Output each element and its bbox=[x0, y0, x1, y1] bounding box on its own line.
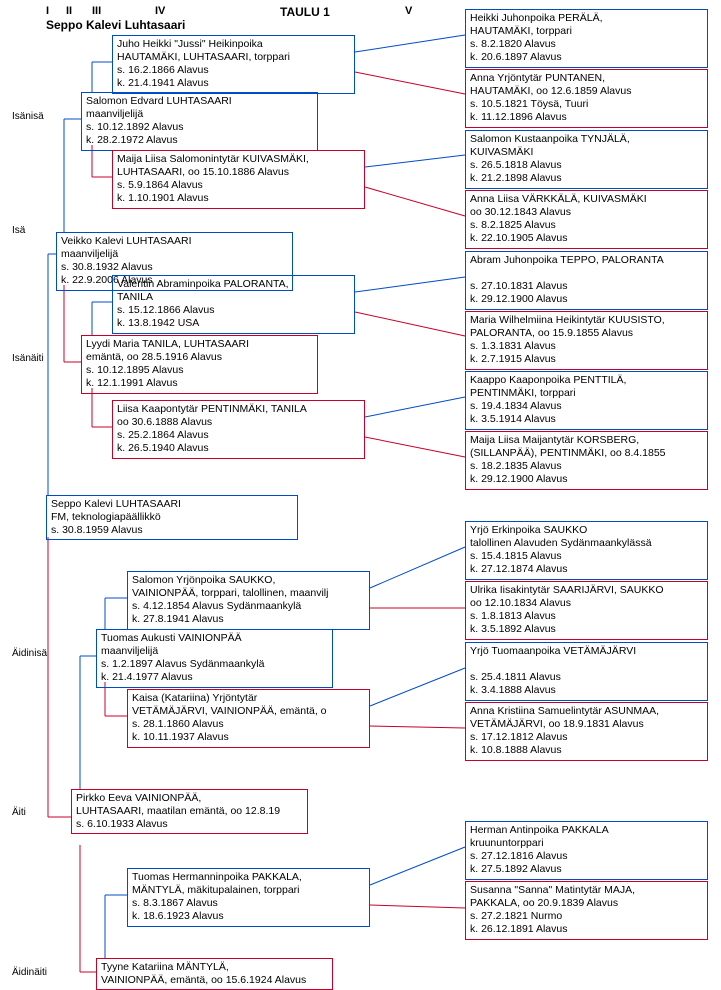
person-v6: Maria Wilhelmiina Heikintytär KUUSISTO,P… bbox=[465, 311, 708, 370]
person-ia: Lyydi Maria TANILA, LUHTASAARIemäntä, oo… bbox=[81, 335, 318, 394]
person-v14: Susanna "Sanna" Matintytär MAJA,PAKKALA,… bbox=[465, 881, 708, 940]
person-v1: Heikki Juhonpoika PERÄLÄ,HAUTAMÄKI, torp… bbox=[465, 9, 708, 68]
gen-label-5: V bbox=[405, 5, 412, 17]
person-aiti: Pirkko Eeva VAINIONPÄÄ,LUHTASAARI, maati… bbox=[71, 789, 308, 834]
person-ai: Tuomas Aukusti VAINIONPÄÄmaanviljelijäs.… bbox=[96, 629, 333, 688]
person-v5: Abram Juhonpoika TEPPO, PALORANTAs. 27.1… bbox=[465, 251, 708, 310]
taulu-label: TAULU 1 bbox=[280, 5, 330, 19]
gen-label-3: III bbox=[92, 5, 101, 17]
person-v11: Yrjö Tuomaanpoika VETÄMÄJÄRVIs. 25.4.181… bbox=[465, 642, 708, 701]
gen-label-1: I bbox=[46, 5, 49, 17]
gen-label-2: II bbox=[66, 5, 72, 17]
person-v2: Anna Yrjöntytär PUNTANEN,HAUTAMÄKI, oo 1… bbox=[465, 69, 708, 128]
side-aiti: Äiti bbox=[12, 807, 26, 818]
person-aia: Kaisa (Katariina) YrjöntytärVETÄMÄJÄRVI,… bbox=[127, 689, 370, 748]
person-iaa: Liisa Kaapontytär PENTINMÄKI, TANILAoo 3… bbox=[112, 400, 365, 459]
person-v10: Ulrika Iisakintytär SAARIJÄRVI, SAUKKOoo… bbox=[465, 581, 708, 640]
person-iai: Valentin Abraminpoika PALORANTA,TANILAs.… bbox=[112, 275, 355, 334]
side-isa: Isä bbox=[12, 225, 25, 236]
person-iii: Juho Heikki "Jussi" HeikinpoikaHAUTAMÄKI… bbox=[112, 35, 355, 94]
person-aai: Tuomas Hermanninpoika PAKKALA,MÄNTYLÄ, m… bbox=[127, 868, 370, 927]
person-ii: Salomon Edvard LUHTASAARImaanviljelijäs.… bbox=[81, 92, 318, 151]
person-iia: Maija Liisa Salomonintytär KUIVASMÄKI,LU… bbox=[112, 150, 365, 209]
side-isanaiti: Isänäiti bbox=[12, 353, 44, 364]
side-aidinisa: Äidinisä bbox=[12, 648, 47, 659]
side-isanisa: Isänisä bbox=[12, 111, 44, 122]
person-aa: Tyyne Katariina MÄNTYLÄ,VAINIONPÄÄ, emän… bbox=[96, 958, 333, 990]
page-title: Seppo Kalevi Luhtasaari bbox=[46, 18, 185, 32]
person-v13: Herman Antinpoika PAKKALAkruununtorppari… bbox=[465, 821, 708, 880]
person-v12: Anna Kristiina Samuelintytär ASUNMAA,VET… bbox=[465, 702, 708, 761]
person-aii: Salomon Yrjönpoika SAUKKO,VAINIONPÄÄ, to… bbox=[127, 571, 370, 630]
person-root: Seppo Kalevi LUHTASAARIFM, teknologiapää… bbox=[46, 495, 298, 540]
person-v8: Maija Liisa Maijantytär KORSBERG,(SILLAN… bbox=[465, 431, 708, 490]
person-v7: Kaappo Kaaponpoika PENTTILÄ,PENTINMÄKI, … bbox=[465, 371, 708, 430]
person-v9: Yrjö Erkinpoika SAUKKOtalollinen Alavude… bbox=[465, 521, 708, 580]
gen-label-4: IV bbox=[155, 5, 165, 17]
person-v4: Anna Liisa VÄRKKÄLÄ, KUIVASMÄKIoo 30.12.… bbox=[465, 190, 708, 249]
side-aidinaiti: Äidinäiti bbox=[12, 967, 47, 978]
person-v3: Salomon Kustaanpoika TYNJÄLÄ,KUIVASMÄKIs… bbox=[465, 130, 708, 189]
